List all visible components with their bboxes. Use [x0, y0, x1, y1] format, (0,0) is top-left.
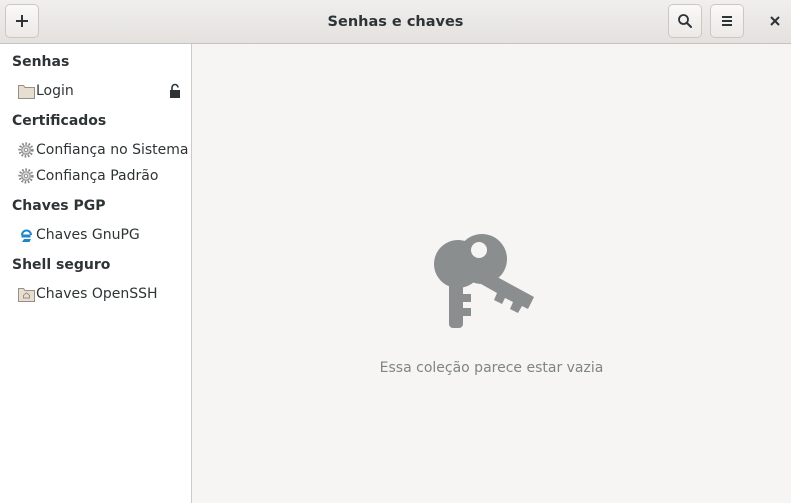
sidebar: Senhas Login Certificados Confiança no S… — [0, 44, 192, 503]
hamburger-menu-icon — [722, 16, 732, 26]
search-button[interactable] — [668, 4, 702, 38]
menu-button[interactable] — [710, 4, 744, 38]
gnupg-icon — [17, 226, 35, 244]
sidebar-item-confianca-sistema[interactable]: Confiança no Sistema — [0, 137, 191, 163]
gear-icon — [17, 167, 35, 185]
main-content: Essa coleção parece estar vazia — [192, 44, 791, 503]
sidebar-item-label: Chaves GnuPG — [36, 227, 140, 243]
sidebar-item-chaves-gnupg[interactable]: Chaves GnuPG — [0, 222, 191, 248]
gear-icon — [17, 141, 35, 159]
home-folder-icon — [17, 285, 35, 303]
section-senhas: Senhas — [12, 54, 70, 70]
sidebar-item-label: Chaves OpenSSH — [36, 286, 158, 302]
section-chaves-pgp: Chaves PGP — [12, 198, 106, 214]
header-bar: Senhas e chaves — [0, 0, 791, 44]
keys-icon — [432, 234, 536, 334]
close-icon — [770, 16, 780, 26]
sidebar-item-label: Login — [36, 83, 74, 99]
sidebar-item-label: Confiança Padrão — [36, 168, 159, 184]
sidebar-item-login[interactable]: Login — [0, 78, 191, 104]
sidebar-item-label: Confiança no Sistema — [36, 142, 189, 158]
lock-icon[interactable] — [169, 83, 181, 103]
sidebar-item-chaves-openssh[interactable]: Chaves OpenSSH — [0, 281, 191, 307]
empty-state-message: Essa coleção parece estar vazia — [379, 360, 604, 376]
search-icon — [678, 14, 692, 28]
sidebar-item-confianca-padrao[interactable]: Confiança Padrão — [0, 163, 191, 189]
close-button[interactable] — [760, 6, 790, 36]
plus-icon — [16, 15, 28, 27]
add-button[interactable] — [5, 4, 39, 38]
section-certificados: Certificados — [12, 113, 107, 129]
folder-icon — [17, 82, 35, 100]
section-shell-seguro: Shell seguro — [12, 257, 111, 273]
